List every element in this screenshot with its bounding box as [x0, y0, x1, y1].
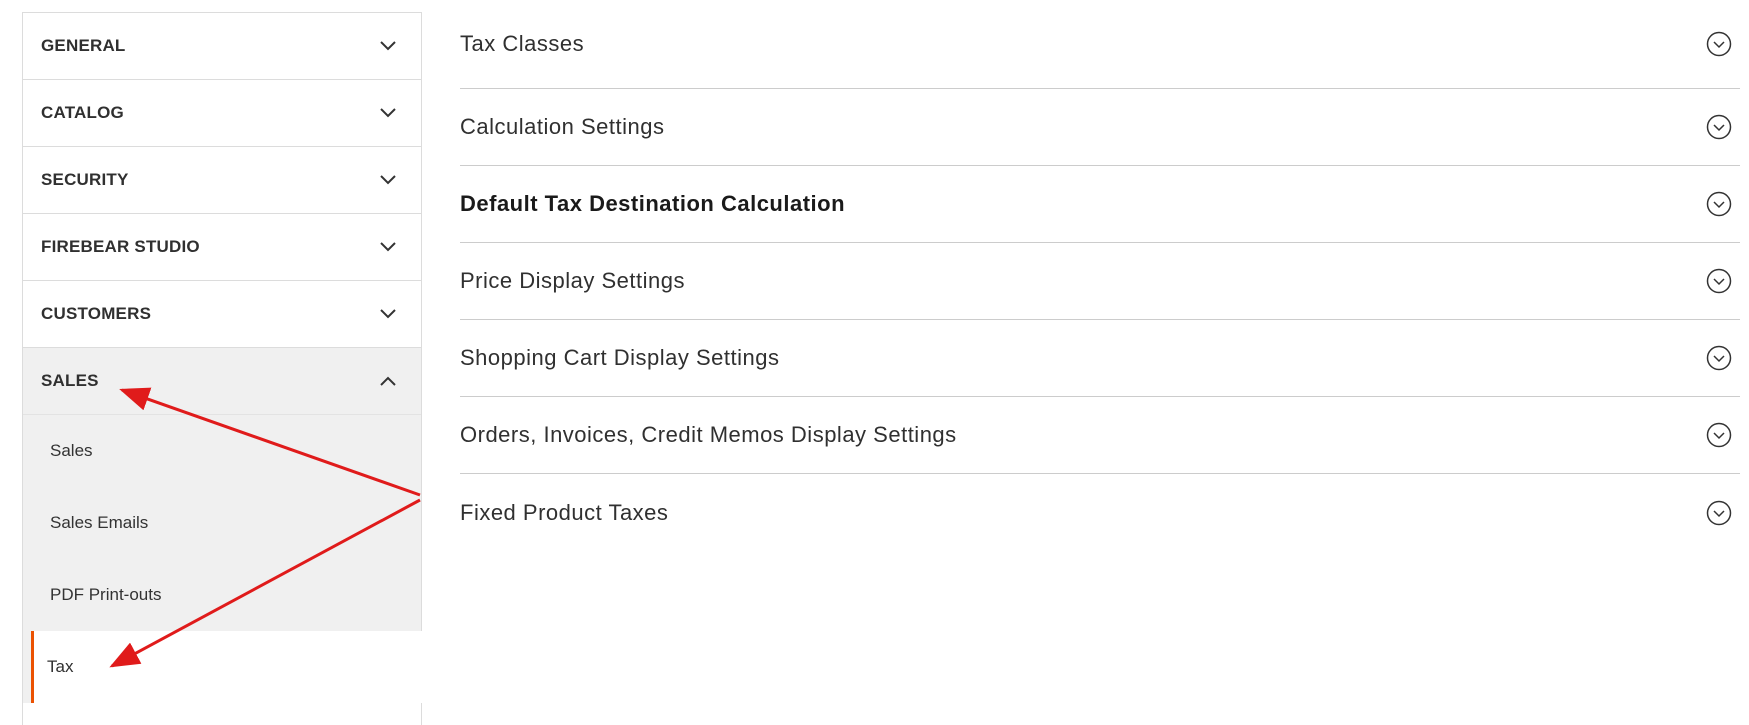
section-title: Price Display Settings: [460, 268, 685, 293]
section-default-tax-destination[interactable]: Default Tax Destination Calculation: [460, 166, 1740, 243]
section-tax-classes[interactable]: Tax Classes: [460, 0, 1740, 89]
section-shopping-cart-display[interactable]: Shopping Cart Display Settings: [460, 320, 1740, 397]
sales-subnav: Sales Sales Emails PDF Print-outs Tax: [23, 415, 422, 703]
expand-circle-icon: [1706, 422, 1732, 448]
section-fixed-product-taxes[interactable]: Fixed Product Taxes: [460, 474, 1740, 551]
section-calculation-settings[interactable]: Calculation Settings: [460, 89, 1740, 166]
nav-group-label: FIREBEAR STUDIO: [41, 237, 200, 256]
nav-group-security[interactable]: SECURITY: [23, 147, 421, 214]
subnav-item-pdf-print-outs[interactable]: PDF Print-outs: [23, 559, 421, 631]
chevron-down-icon: [379, 104, 397, 122]
section-title: Calculation Settings: [460, 114, 665, 139]
section-orders-invoices-credit-memos[interactable]: Orders, Invoices, Credit Memos Display S…: [460, 397, 1740, 474]
chevron-down-icon: [379, 305, 397, 323]
section-title: Orders, Invoices, Credit Memos Display S…: [460, 422, 957, 447]
nav-group-firebear-studio[interactable]: FIREBEAR STUDIO: [23, 214, 421, 281]
subnav-item-tax[interactable]: Tax: [31, 631, 422, 703]
config-sidebar: GENERAL CATALOG SECURITY FIREBEAR STUDIO…: [22, 12, 422, 725]
chevron-up-icon: [379, 372, 397, 390]
expand-circle-icon: [1706, 345, 1732, 371]
section-title: Default Tax Destination Calculation: [460, 191, 846, 216]
expand-circle-icon: [1706, 500, 1732, 525]
nav-group-label: SECURITY: [41, 170, 129, 189]
nav-group-general[interactable]: GENERAL: [23, 13, 421, 80]
subnav-item-label: PDF Print-outs: [50, 585, 162, 604]
expand-circle-icon: [1706, 114, 1732, 140]
tax-config-main: Tax Classes Calculation Settings Default…: [460, 0, 1740, 551]
section-title: Fixed Product Taxes: [460, 499, 669, 525]
expand-circle-icon: [1706, 191, 1732, 217]
nav-group-label: CUSTOMERS: [41, 304, 152, 323]
chevron-down-icon: [379, 37, 397, 55]
nav-group-customers[interactable]: CUSTOMERS: [23, 281, 421, 348]
subnav-item-sales-emails[interactable]: Sales Emails: [23, 487, 421, 559]
section-title: Tax Classes: [460, 31, 585, 56]
section-title: Shopping Cart Display Settings: [460, 345, 780, 370]
nav-group-catalog[interactable]: CATALOG: [23, 80, 421, 147]
nav-group-label: GENERAL: [41, 36, 126, 55]
nav-group-label: CATALOG: [41, 103, 124, 122]
subnav-item-label: Sales Emails: [50, 513, 149, 532]
nav-group-sales[interactable]: SALES: [23, 348, 421, 415]
nav-group-label: SALES: [41, 371, 99, 390]
chevron-down-icon: [379, 238, 397, 256]
subnav-item-label: Tax: [47, 657, 74, 676]
expand-circle-icon: [1706, 268, 1732, 294]
subnav-item-sales[interactable]: Sales: [23, 415, 421, 487]
section-price-display-settings[interactable]: Price Display Settings: [460, 243, 1740, 320]
subnav-item-label: Sales: [50, 441, 93, 460]
chevron-down-icon: [379, 171, 397, 189]
expand-circle-icon: [1706, 31, 1732, 57]
